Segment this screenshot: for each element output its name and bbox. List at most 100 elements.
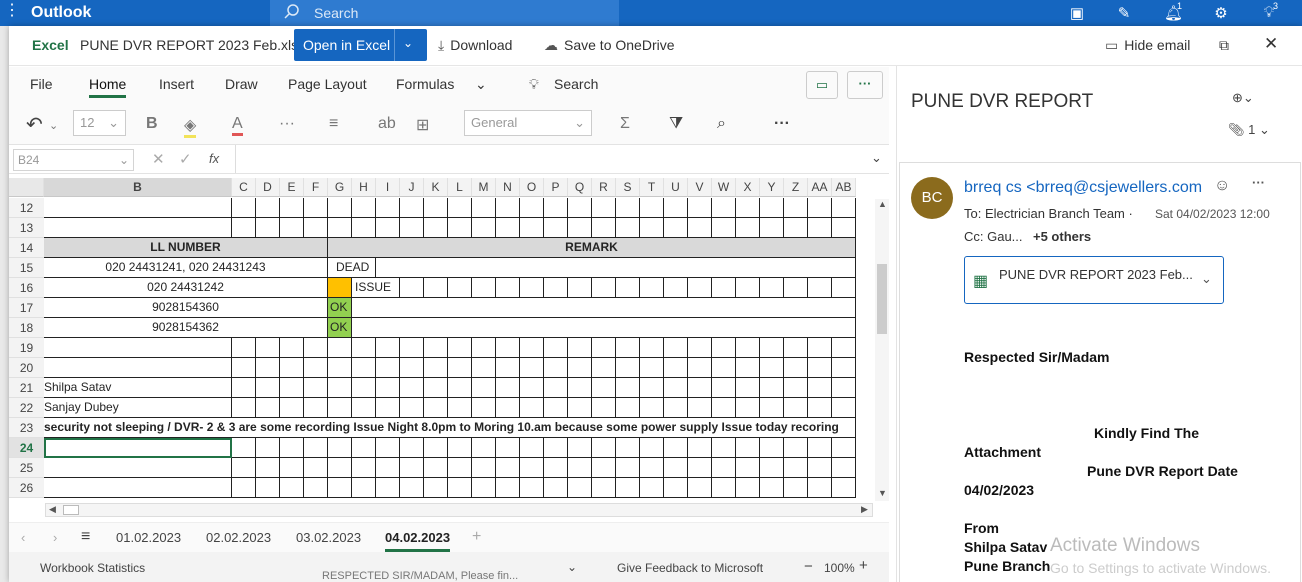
workbook-stats[interactable]: Workbook Statistics [40,561,145,575]
cell[interactable] [736,218,760,238]
font-size-select[interactable]: 12 ⌄ [73,110,126,136]
cell[interactable] [568,198,592,218]
row-header[interactable]: 21 [9,378,44,398]
cell[interactable] [280,478,304,498]
cell[interactable] [712,478,736,498]
font-color-icon[interactable]: A [232,115,243,136]
cell[interactable] [568,458,592,478]
cell[interactable] [376,438,400,458]
row-header[interactable]: 12 [9,198,44,218]
next-sheet-icon[interactable]: › [53,530,57,545]
cell[interactable] [256,378,280,398]
cell[interactable] [832,198,856,218]
cell[interactable] [496,198,520,218]
cell[interactable] [616,378,640,398]
column-header[interactable]: R [592,178,616,197]
cell[interactable] [424,218,448,238]
cell[interactable] [376,378,400,398]
column-header[interactable]: F [304,178,328,197]
more-tabs-icon[interactable]: ⌄ [475,76,487,93]
cell[interactable] [664,338,688,358]
cell[interactable] [568,378,592,398]
cell[interactable] [808,438,832,458]
cell[interactable] [592,278,616,298]
cell[interactable] [44,478,232,498]
cell[interactable] [352,318,856,338]
cell[interactable] [832,458,856,478]
column-header[interactable]: AB [832,178,856,197]
cell[interactable] [664,438,688,458]
cell[interactable] [592,198,616,218]
cell[interactable] [808,358,832,378]
cell[interactable] [352,198,376,218]
cell[interactable] [760,338,784,358]
cell[interactable] [736,338,760,358]
cell[interactable] [376,218,400,238]
comments-icon[interactable]: ▭ [806,71,838,99]
cell[interactable] [664,478,688,498]
cell[interactable] [424,358,448,378]
cell[interactable] [688,198,712,218]
column-header[interactable]: L [448,178,472,197]
cell[interactable] [520,218,544,238]
cell[interactable] [688,218,712,238]
paperclip-icon[interactable]: 📎︎ 1 ⌄ [1228,122,1270,138]
gear-icon[interactable]: ⚙ [1212,4,1230,22]
cell[interactable] [616,438,640,458]
cell[interactable] [496,458,520,478]
cell[interactable] [520,278,544,298]
cell[interactable] [544,198,568,218]
cell[interactable] [640,378,664,398]
cell[interactable] [496,478,520,498]
cell[interactable] [472,338,496,358]
cell[interactable]: 9028154360 [44,298,328,318]
cell[interactable] [232,358,256,378]
cell[interactable] [640,198,664,218]
column-header[interactable]: Y [760,178,784,197]
cell[interactable]: 9028154362 [44,318,328,338]
ribbon-search[interactable]: Search [554,76,598,92]
cell[interactable] [472,218,496,238]
merge-icon[interactable]: ⊞ [416,115,429,135]
zoom-level[interactable]: 100% [824,561,855,575]
cell[interactable] [592,378,616,398]
cell[interactable] [400,438,424,458]
cell[interactable] [712,198,736,218]
more-actions-icon[interactable]: ··· [1252,175,1265,190]
cell[interactable] [544,398,568,418]
cell[interactable] [424,478,448,498]
cell[interactable] [568,278,592,298]
cell[interactable] [760,478,784,498]
cell[interactable] [448,458,472,478]
cell[interactable] [424,198,448,218]
column-header[interactable]: AA [808,178,832,197]
cell[interactable] [304,398,328,418]
cell[interactable] [592,438,616,458]
cell[interactable] [376,478,400,498]
chevron-down-icon[interactable]: ⌄ [1201,271,1212,287]
cc-line[interactable]: Cc: Gau... [964,229,1023,244]
column-header[interactable]: X [736,178,760,197]
cell[interactable] [256,338,280,358]
undo-icon[interactable]: ↶ [26,112,43,137]
reaction-icon[interactable]: ☺ [1214,177,1230,195]
cell[interactable] [328,358,352,378]
tab-file[interactable]: File [30,76,53,92]
cell[interactable] [760,458,784,478]
cell[interactable] [736,378,760,398]
cell[interactable] [664,358,688,378]
cell[interactable] [688,458,712,478]
cell[interactable] [400,338,424,358]
cell[interactable] [448,198,472,218]
more-font-icon[interactable]: ··· [279,115,295,133]
cell[interactable] [304,198,328,218]
cell[interactable] [784,218,808,238]
cell[interactable] [736,438,760,458]
cell[interactable] [568,338,592,358]
cell[interactable] [568,478,592,498]
row-header[interactable]: 13 [9,218,44,238]
cell[interactable] [664,378,688,398]
cell[interactable] [544,218,568,238]
cell[interactable] [232,438,256,458]
status-cell[interactable]: DEAD [328,258,376,278]
